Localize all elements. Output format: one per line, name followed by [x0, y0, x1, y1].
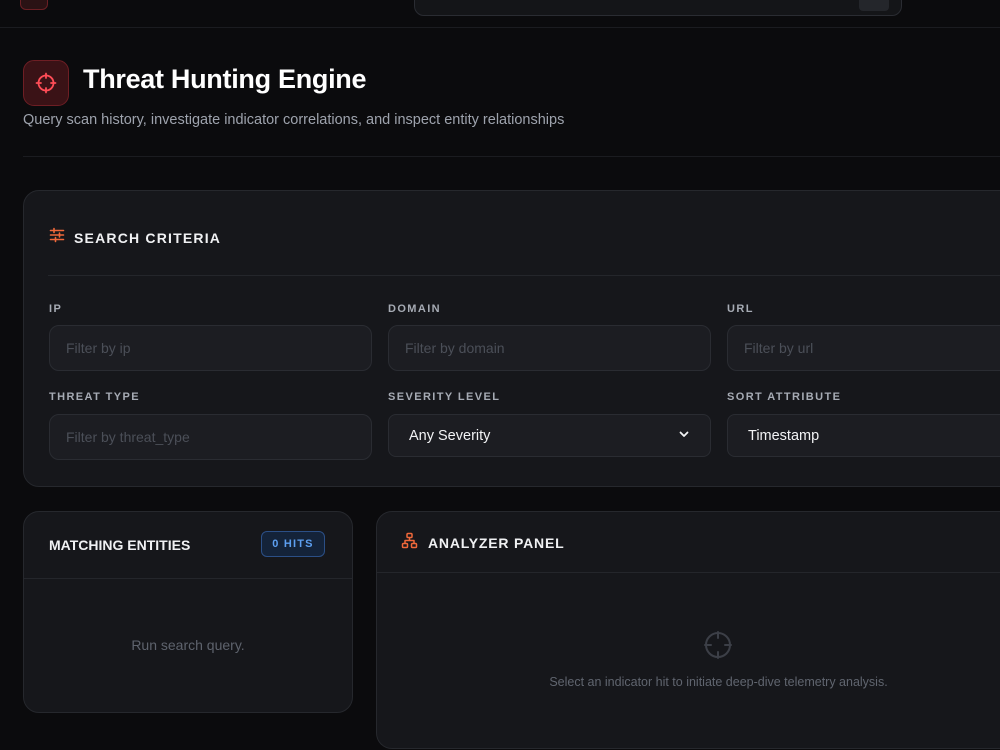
analyzer-panel-header: ANALYZER PANEL: [401, 532, 564, 554]
header-divider: [23, 156, 1000, 157]
sort-attribute-select[interactable]: Timestamp: [727, 414, 1000, 457]
search-criteria-card: SEARCH CRITERIA IP DOMAIN URL THREAT TYP…: [23, 190, 1000, 487]
url-label: URL: [727, 303, 754, 315]
url-filter-input[interactable]: [727, 325, 1000, 371]
domain-filter-input[interactable]: [388, 325, 711, 371]
matching-entities-title: MATCHING ENTITIES: [49, 537, 191, 553]
severity-label: SEVERITY LEVEL: [388, 391, 501, 403]
entities-empty-message: Run search query.: [131, 637, 245, 653]
entities-divider: [24, 578, 352, 579]
domain-label: DOMAIN: [388, 303, 442, 315]
crosshair-icon: [23, 60, 69, 106]
shortcut-key-hint: [859, 0, 889, 11]
criteria-divider: [48, 275, 1000, 276]
search-criteria-header: SEARCH CRITERIA: [49, 227, 221, 248]
analyzer-divider: [377, 572, 1000, 573]
sort-select-value: Timestamp: [748, 427, 820, 444]
top-bar: [0, 0, 1000, 28]
threat-type-label: THREAT TYPE: [49, 391, 140, 403]
breadcrumb: [60, 0, 280, 4]
analyzer-empty-message: Select an indicator hit to initiate deep…: [549, 675, 888, 689]
page-subtitle: Query scan history, investigate indicato…: [23, 112, 565, 128]
hits-count-badge: 0 HITS: [261, 531, 325, 557]
sliders-icon: [49, 227, 65, 248]
chevron-down-icon: [678, 428, 690, 444]
sort-label: SORT ATTRIBUTE: [727, 391, 842, 403]
page-title: Threat Hunting Engine: [83, 64, 367, 94]
severity-select[interactable]: Any Severity: [388, 414, 711, 457]
network-icon: [401, 532, 418, 554]
crosshair-placeholder-icon: [703, 630, 733, 665]
ip-label: IP: [49, 303, 63, 315]
ip-filter-input[interactable]: [49, 325, 372, 371]
matching-entities-card: MATCHING ENTITIES 0 HITS Run search quer…: [23, 511, 353, 713]
severity-select-value: Any Severity: [409, 427, 491, 444]
search-criteria-title: SEARCH CRITERIA: [74, 229, 222, 246]
analyzer-panel-card: ANALYZER PANEL Select an indicator hit t…: [376, 511, 1000, 749]
app-logo[interactable]: [20, 0, 48, 10]
analyzer-panel-title: ANALYZER PANEL: [428, 535, 565, 551]
threat-type-filter-input[interactable]: [49, 414, 372, 460]
global-search-input[interactable]: [414, 0, 902, 16]
